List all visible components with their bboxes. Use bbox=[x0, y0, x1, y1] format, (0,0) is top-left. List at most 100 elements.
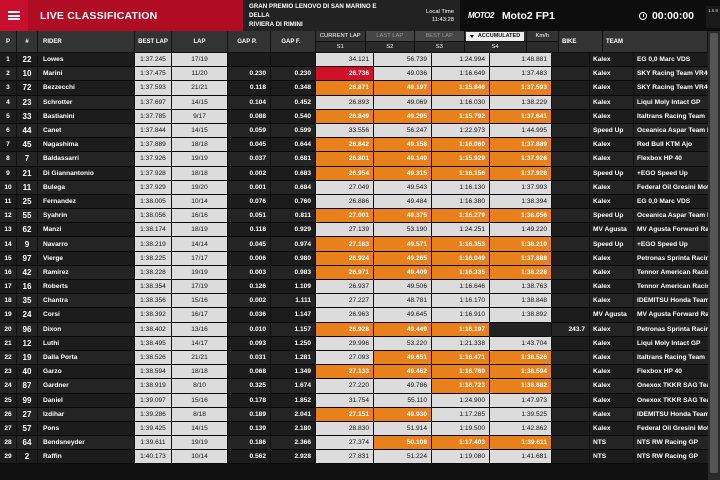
sector4-cell: 1:37.888 bbox=[490, 251, 552, 266]
bike-cell: Kalex bbox=[590, 322, 634, 337]
gap-first-cell: 2.366 bbox=[271, 436, 316, 451]
table-row[interactable]: 29 2 Raffin 1:40.173 10/14 0.562 2.928 27.831 51… bbox=[0, 450, 720, 465]
scrollbar[interactable] bbox=[708, 31, 720, 480]
table-row[interactable]: 6 44 Canet 1:37.844 14/15 0.059 0.599 33.556 56.… bbox=[0, 123, 720, 139]
gap-first-cell: 1.674 bbox=[271, 379, 316, 394]
sector1-cell: 26.736 bbox=[316, 67, 374, 82]
table-row[interactable]: 13 62 Manzi 1:38.174 18/19 0.118 0.929 27.139 53… bbox=[0, 223, 720, 238]
col-gap-f[interactable]: GAP F. bbox=[271, 31, 316, 53]
col-group-s2: LAST LAP S2 bbox=[365, 31, 415, 53]
number-cell: 33 bbox=[17, 109, 38, 124]
sector1-cell: 33.556 bbox=[316, 123, 374, 139]
tab-best-lap[interactable]: BEST LAP bbox=[415, 31, 464, 42]
page-title: LIVE CLASSIFICATION bbox=[28, 0, 243, 31]
col-lap[interactable]: LAP bbox=[172, 31, 228, 53]
table-row[interactable]: 23 40 Garzo 1:38.594 18/18 0.068 1.349 27.133 49… bbox=[0, 365, 720, 380]
table-row[interactable]: 9 21 Di Giannantonio 1:37.928 18/18 0.002 0.68… bbox=[0, 166, 720, 181]
table-row[interactable]: 15 97 Vierge 1:38.225 17/17 0.006 0.980 26.924 4… bbox=[0, 251, 720, 266]
pos-cell: 26 bbox=[0, 407, 17, 422]
gap-prev-cell: 0.076 bbox=[228, 194, 271, 210]
col-rider[interactable]: RIDER bbox=[38, 31, 135, 53]
sector1-cell: 31.754 bbox=[316, 393, 374, 408]
table-row[interactable]: 19 24 Corsi 1:38.392 16/17 0.036 1.147 26.963 49… bbox=[0, 308, 720, 323]
speed-cell bbox=[552, 109, 590, 124]
sector1-cell: 27.227 bbox=[316, 294, 374, 309]
sector2-cell: 49.543 bbox=[374, 180, 432, 195]
sector4-cell: 1:43.704 bbox=[490, 336, 552, 351]
col-gap-p[interactable]: GAP P. bbox=[228, 31, 271, 53]
table-row[interactable]: 2 10 Marini 1:37.475 11/20 0.230 0.230 26.736 49… bbox=[0, 67, 720, 82]
table-row[interactable]: 25 99 Daniel 1:39.097 15/16 0.178 1.852 31.754 5… bbox=[0, 393, 720, 408]
gap-prev-cell bbox=[228, 53, 271, 68]
sector2-cell: 49.295 bbox=[374, 109, 432, 124]
gap-prev-cell: 0.178 bbox=[228, 393, 271, 408]
table-row[interactable]: 12 55 Syahrin 1:38.056 16/16 0.051 0.811 27.001… bbox=[0, 209, 720, 224]
table-row[interactable]: 14 9 Navarro 1:38.219 14/14 0.045 0.974 27.183 4… bbox=[0, 237, 720, 252]
bike-cell: Kalex bbox=[590, 336, 634, 351]
col-bike[interactable]: BIKE bbox=[558, 31, 603, 53]
table-row[interactable]: 4 23 Schrotter 1:37.697 14/15 0.104 0.452 26.89… bbox=[0, 95, 720, 110]
table-row[interactable]: 11 25 Fernandez 1:38.005 10/14 0.076 0.760 26.8… bbox=[0, 194, 720, 210]
speed-cell bbox=[552, 393, 590, 408]
table-row[interactable]: 5 33 Bastianini 1:37.785 9/17 0.088 0.540 26.84… bbox=[0, 109, 720, 124]
table-row[interactable]: 7 45 Nagashima 1:37.889 18/18 0.045 0.644 26.84… bbox=[0, 138, 720, 153]
gap-prev-cell: 0.031 bbox=[228, 350, 271, 366]
tab-last-lap[interactable]: LAST LAP bbox=[365, 31, 414, 42]
col-group-s1: CURRENT LAP S1 bbox=[316, 31, 366, 53]
gap-prev-cell: 0.088 bbox=[228, 109, 271, 124]
table-row[interactable]: 28 64 Bendsneyder 1:39.611 19/19 0.186 2.366 27… bbox=[0, 436, 720, 451]
lap-cell: 15/16 bbox=[172, 393, 228, 408]
col-best-lap[interactable]: BEST LAP bbox=[135, 31, 172, 53]
table-row[interactable]: 27 57 Pons 1:39.425 14/15 0.139 2.180 28.830 51.… bbox=[0, 421, 720, 437]
rider-name: Bastianini bbox=[38, 109, 135, 124]
col-num[interactable]: # bbox=[17, 31, 38, 53]
scrollbar-thumb[interactable] bbox=[710, 33, 718, 473]
accumulated-select[interactable]: ACCUMULATED bbox=[465, 31, 525, 41]
sector4-cell: 1:41.681 bbox=[490, 450, 552, 465]
table-row[interactable]: 8 7 Baldassarri 1:37.926 19/19 0.037 0.681 26.8… bbox=[0, 152, 720, 167]
table-row[interactable]: 22 19 Dalla Porta 1:38.526 21/21 0.031 1.281 27… bbox=[0, 350, 720, 366]
best-lap-cell: 1:39.097 bbox=[135, 393, 172, 408]
table-row[interactable]: 1 22 Lowes 1:37.245 17/19 34.121 56.739 1:24.99… bbox=[0, 53, 720, 68]
table-row[interactable]: 18 35 Chantra 1:38.356 15/16 0.002 1.111 27.227… bbox=[0, 294, 720, 309]
gap-prev-cell: 0.118 bbox=[228, 223, 271, 238]
gap-prev-cell: 0.230 bbox=[228, 67, 271, 82]
table-row[interactable]: 21 12 Luthi 1:38.495 14/17 0.093 1.250 29.996 53… bbox=[0, 336, 720, 351]
best-lap-cell: 1:38.228 bbox=[135, 265, 172, 280]
table-row[interactable]: 16 42 Ramirez 1:38.228 19/19 0.003 0.983 26.971… bbox=[0, 265, 720, 280]
clock-icon bbox=[638, 11, 647, 20]
col-team[interactable]: TEAM bbox=[602, 31, 708, 53]
sector4-cell: 1:38.882 bbox=[490, 379, 552, 394]
table-row[interactable]: 17 16 Roberts 1:38.354 17/19 0.126 1.109 26.937… bbox=[0, 280, 720, 295]
table-row[interactable]: 24 87 Gardner 1:38.919 8/10 0.325 1.674 27.220 4… bbox=[0, 379, 720, 394]
gap-first-cell: 1.109 bbox=[271, 280, 316, 295]
gap-first-cell: 0.599 bbox=[271, 123, 316, 139]
gap-first-cell: 2.041 bbox=[271, 407, 316, 422]
rider-name: Izdihar bbox=[38, 407, 135, 422]
moto2-logo: MOTO2 bbox=[468, 11, 494, 20]
menu-button[interactable] bbox=[0, 0, 28, 31]
bike-cell: Kalex bbox=[590, 294, 634, 309]
sector1-cell: 28.830 bbox=[316, 421, 374, 437]
col-pos[interactable]: P bbox=[0, 31, 17, 53]
col-s3: S3 bbox=[415, 42, 464, 53]
bike-cell: Kalex bbox=[590, 152, 634, 167]
table-row[interactable]: 26 27 Izdihar 1:39.286 8/18 0.189 2.041 27.151 4… bbox=[0, 407, 720, 422]
best-lap-cell: 1:38.354 bbox=[135, 280, 172, 295]
gap-first-cell: 2.180 bbox=[271, 421, 316, 437]
lap-cell: 17/17 bbox=[172, 251, 228, 266]
session-name: Moto2 FP1 bbox=[501, 9, 555, 22]
sector4-cell bbox=[490, 322, 552, 337]
tab-current-lap[interactable]: CURRENT LAP bbox=[316, 31, 365, 42]
table-row[interactable]: 10 11 Bulega 1:37.929 19/20 0.001 0.684 27.049 4… bbox=[0, 180, 720, 195]
table-row[interactable]: 20 96 Dixon 1:38.402 13/16 0.010 1.157 26.928 49… bbox=[0, 322, 720, 337]
speed-cell bbox=[552, 180, 590, 195]
table-row[interactable]: 3 72 Bezzecchi 1:37.593 21/21 0.118 0.348 26.87… bbox=[0, 81, 720, 96]
best-lap-cell: 1:37.929 bbox=[135, 180, 172, 195]
sector2-cell: 49.651 bbox=[374, 350, 432, 366]
speed-cell bbox=[552, 67, 590, 82]
sector2-cell: 49.645 bbox=[374, 308, 432, 323]
best-lap-cell: 1:38.919 bbox=[135, 379, 172, 394]
sector2-cell: 49.449 bbox=[374, 322, 432, 337]
sector4-cell: 1:38.219 bbox=[490, 237, 552, 252]
